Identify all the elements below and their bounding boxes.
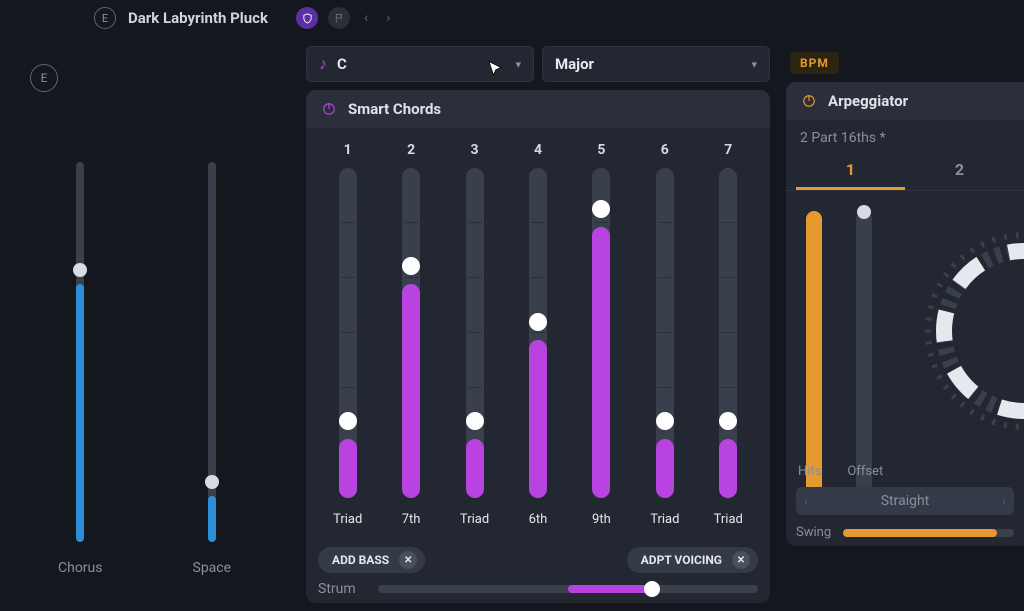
arp-mode-select[interactable]: ‹ Straight › (796, 487, 1014, 515)
strum-slider[interactable] (378, 582, 758, 596)
chord-slider-5[interactable]: 5 9th (571, 142, 631, 527)
chord-type-label: Triad (460, 512, 489, 527)
adpt-voicing-toggle[interactable]: ADPT VOICING ✕ (627, 547, 758, 573)
fx-slider-chorus[interactable]: Chorus (58, 162, 103, 576)
chord-number: 1 (344, 142, 352, 158)
strum-label: Strum (318, 581, 364, 597)
hits-dial[interactable]: 12 HITS (914, 221, 1024, 441)
chord-slider-3[interactable]: 3 Triad (445, 142, 505, 527)
chord-slider-2[interactable]: 2 7th (381, 142, 441, 527)
chord-slider-4[interactable]: 4 6th (508, 142, 568, 527)
app-root: E Dark Labyrinth Pluck ‹ › E Chorus Space… (0, 0, 1024, 611)
close-icon[interactable]: ✕ (399, 551, 417, 569)
add-bass-toggle[interactable]: ADD BASS ✕ (318, 547, 425, 573)
chord-type-label: 6th (529, 512, 548, 527)
key-scale-row: ♪ C ▾ Major ▾ (300, 36, 776, 90)
arpeggiator-title: Arpeggiator (828, 92, 908, 110)
strum-row: Strum (306, 577, 770, 597)
chord-number: 7 (724, 142, 732, 158)
arp-body: Hits Offset 12 HITS (786, 191, 1024, 441)
fx-slider-label: Chorus (58, 560, 103, 576)
bpm-badge[interactable]: BPM (790, 52, 839, 74)
fx-slider-space[interactable]: Space (193, 162, 232, 576)
chevron-down-icon: ▾ (751, 58, 757, 71)
chord-number: 3 (471, 142, 479, 158)
arp-mode-label: Straight (881, 493, 930, 509)
flag-icon[interactable] (328, 7, 350, 29)
chord-type-label: Triad (333, 512, 362, 527)
power-icon[interactable] (800, 92, 818, 110)
chord-number: 6 (661, 142, 669, 158)
shield-icon[interactable] (296, 7, 318, 29)
smart-chords-footer: ADD BASS ✕ ADPT VOICING ✕ (306, 539, 770, 577)
arp-tab-1[interactable]: 1 (796, 152, 905, 190)
adpt-voicing-label: ADPT VOICING (641, 553, 722, 567)
close-icon[interactable]: ✕ (732, 551, 750, 569)
offset-slider[interactable] (856, 211, 872, 501)
chord-type-label: 7th (402, 512, 421, 527)
next-preset-button[interactable]: › (382, 10, 394, 26)
power-icon[interactable] (320, 100, 338, 118)
arpeggiator-panel: Arpeggiator 2 Part 16ths * 1 2 Hits (786, 82, 1024, 546)
chord-number: 4 (534, 142, 542, 158)
prev-mode-button[interactable]: ‹ (804, 487, 808, 515)
smart-chords-panel: Smart Chords 1 Triad 2 7th 3 Triad 4 6th 5 9th 6 Tr… (306, 90, 770, 603)
engine-select-button[interactable]: E (30, 64, 58, 92)
main-area: E Chorus Space ♪ C ▾ Major ▾ (0, 36, 1024, 611)
key-label: C (337, 55, 347, 73)
scale-label: Major (555, 55, 594, 73)
offset-slider-label: Offset (847, 464, 883, 479)
music-note-icon: ♪ (319, 54, 327, 74)
chord-slider-7[interactable]: 7 Triad (698, 142, 758, 527)
scale-select[interactable]: Major ▾ (542, 46, 770, 82)
right-column: BPM Arpeggiator 2 Part 16ths * 1 2 (776, 36, 1024, 611)
chord-slider-6[interactable]: 6 Triad (635, 142, 695, 527)
preset-name[interactable]: Dark Labyrinth Pluck (128, 9, 268, 27)
key-select[interactable]: ♪ C ▾ (306, 46, 534, 82)
preset-chips: ‹ › (296, 7, 394, 29)
swing-row: Swing (796, 515, 1014, 540)
chord-type-label: Triad (650, 512, 679, 527)
chord-number: 5 (597, 142, 605, 158)
fx-sliders: Chorus Space (30, 162, 282, 576)
smart-chords-title: Smart Chords (348, 100, 441, 118)
left-column: E Chorus Space (0, 36, 300, 611)
chord-grid: 1 Triad 2 7th 3 Triad 4 6th 5 9th 6 Triad 7 Triad (306, 128, 770, 539)
arp-tabs: 1 2 (786, 152, 1024, 191)
chevron-down-icon: ▾ (515, 58, 521, 71)
hits-slider-label: Hits (798, 464, 821, 479)
arp-tab-2[interactable]: 2 (905, 152, 1014, 190)
chord-slider-1[interactable]: 1 Triad (318, 142, 378, 527)
next-mode-button[interactable]: › (1002, 487, 1006, 515)
smart-chords-header: Smart Chords (306, 90, 770, 128)
add-bass-label: ADD BASS (332, 553, 389, 567)
arp-pattern-select[interactable]: 2 Part 16ths * (786, 120, 1024, 152)
prev-preset-button[interactable]: ‹ (360, 10, 372, 26)
chord-type-label: 9th (592, 512, 611, 527)
fx-slider-label: Space (193, 560, 232, 576)
chord-type-label: Triad (714, 512, 743, 527)
center-column: ♪ C ▾ Major ▾ Smart Chords (300, 36, 776, 611)
arpeggiator-header: Arpeggiator (786, 82, 1024, 120)
swing-slider[interactable] (843, 529, 1014, 537)
hits-slider[interactable] (806, 211, 822, 501)
engine-badge[interactable]: E (94, 7, 116, 29)
chord-number: 2 (407, 142, 415, 158)
swing-label: Swing (796, 525, 831, 540)
preset-bar: E Dark Labyrinth Pluck ‹ › (0, 0, 1024, 36)
